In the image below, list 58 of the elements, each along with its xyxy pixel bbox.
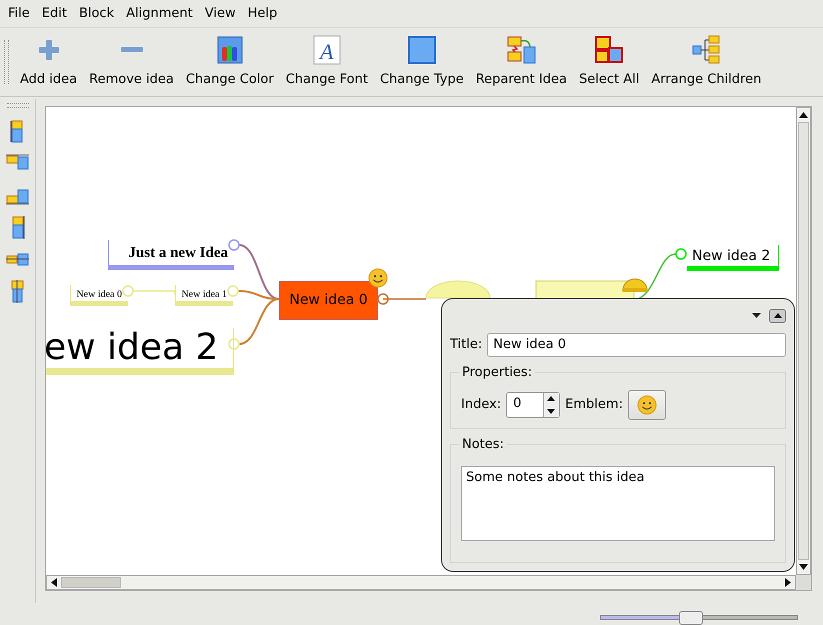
left-arrow-icon[interactable] <box>51 578 57 587</box>
toolbar-button[interactable]: Select All <box>572 28 646 96</box>
connector-handle-icon[interactable] <box>675 248 687 260</box>
link-line <box>133 290 176 295</box>
toolbar-button[interactable]: Arrange Children <box>645 28 768 96</box>
connector-handle-icon[interactable] <box>228 239 240 251</box>
toolbar-button[interactable]: Remove idea <box>83 28 180 96</box>
mindmap-node[interactable]: New idea 2 <box>687 244 779 271</box>
down-arrow-icon[interactable] <box>799 564 808 570</box>
menu-item[interactable]: File <box>2 6 36 21</box>
menu-item[interactable]: Block <box>72 6 120 21</box>
hierarchy-icon <box>505 34 538 66</box>
toolbar-button[interactable]: Change Type <box>374 28 470 96</box>
font-letter-icon: A <box>310 34 343 66</box>
select-squares-icon <box>593 34 626 66</box>
mindmap-node[interactable] <box>536 280 634 298</box>
menu-item[interactable]: Edit <box>36 6 73 21</box>
smiley-icon <box>368 268 388 288</box>
field-label: Index: <box>461 397 502 412</box>
group-label: Properties: <box>461 364 534 380</box>
mindmap-node[interactable]: Just a new Idea <box>108 240 234 270</box>
scrollbar-thumb[interactable] <box>798 122 809 560</box>
title-field[interactable]: New idea 0 <box>487 332 786 357</box>
up-arrow-icon <box>774 313 782 318</box>
helmet-icon <box>622 278 648 292</box>
dropdown-arrow-icon[interactable] <box>752 312 761 319</box>
mindmap-node[interactable]: New idea 1 <box>175 284 233 306</box>
menu-item[interactable]: Help <box>242 6 284 21</box>
mindmap-node[interactable]: ew idea 2 <box>46 328 234 375</box>
menu-item[interactable]: View <box>198 6 242 21</box>
horizontal-scrollbar[interactable] <box>46 574 796 590</box>
collapse-button[interactable] <box>769 308 786 323</box>
index-spinbox[interactable]: 0 <box>506 392 560 418</box>
scrollbar-thumb[interactable] <box>61 576 121 588</box>
slider-thumb[interactable] <box>679 611 704 625</box>
emblem-button[interactable] <box>628 390 666 420</box>
mindmap-node[interactable]: New idea 0 <box>70 284 128 306</box>
toolbar-button[interactable]: A Change Font <box>280 28 374 96</box>
square-icon <box>406 34 438 66</box>
connector-handle-icon[interactable] <box>377 293 389 305</box>
right-arrow-icon[interactable] <box>785 578 791 587</box>
menu-item[interactable]: Alignment <box>120 6 199 21</box>
tree-icon <box>690 34 722 66</box>
toolbar-button[interactable]: Reparent Idea <box>470 28 573 96</box>
zoom-slider[interactable] <box>600 611 798 625</box>
vertical-scrollbar[interactable] <box>796 106 811 575</box>
smiley-icon <box>636 394 657 415</box>
up-arrow-icon[interactable] <box>799 112 808 118</box>
toolbar-button[interactable]: Change Color <box>180 28 280 96</box>
central-idea-node[interactable]: New idea 0 <box>279 280 378 320</box>
notes-field[interactable]: Some notes about this idea <box>461 466 775 541</box>
link-line <box>383 298 426 300</box>
mindmap-node[interactable] <box>426 280 490 298</box>
field-label: Emblem: <box>565 397 623 412</box>
minus-icon <box>120 47 142 52</box>
field-label: Title: <box>450 337 482 352</box>
group-label: Notes: <box>461 436 505 452</box>
toolbar-button[interactable]: Add idea <box>14 28 84 96</box>
